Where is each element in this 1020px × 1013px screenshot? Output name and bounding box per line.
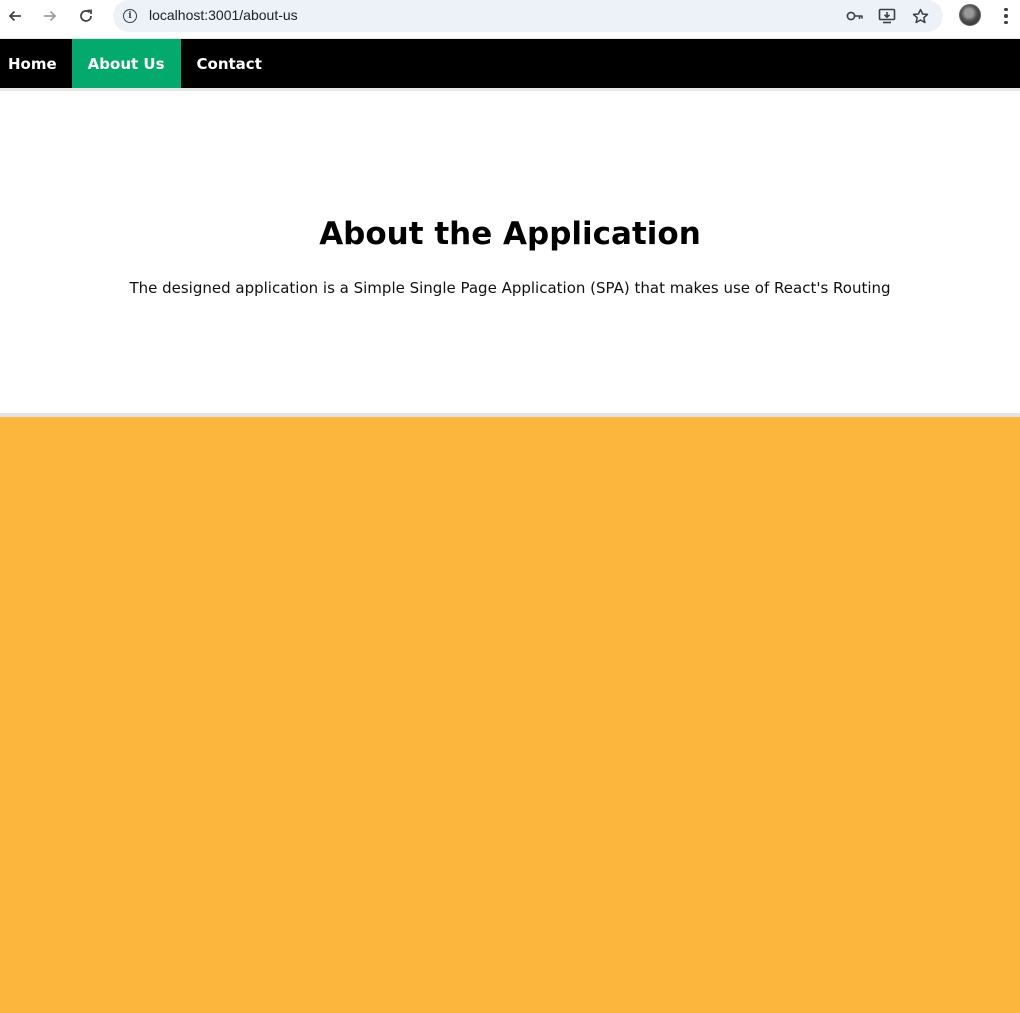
browser-toolbar: i localhost:3001/about-us	[0, 0, 1020, 39]
page-title: About the Application	[319, 216, 701, 252]
address-bar[interactable]: i localhost:3001/about-us	[113, 0, 943, 32]
info-icon[interactable]: i	[123, 9, 137, 23]
about-section: About the Application The designed appli…	[0, 91, 1020, 413]
nav-link-home[interactable]: Home	[0, 39, 72, 88]
top-navigation: Home About Us Contact	[0, 39, 1020, 88]
nav-link-about-us[interactable]: About Us	[71, 39, 181, 88]
more-vert-icon[interactable]	[996, 5, 1016, 27]
arrow-left-icon	[8, 10, 21, 22]
back-button[interactable]	[4, 5, 26, 27]
nav-link-contact[interactable]: Contact	[181, 39, 278, 88]
url-text[interactable]: localhost:3001/about-us	[149, 7, 298, 23]
install-app-icon[interactable]	[877, 6, 897, 26]
profile-avatar[interactable]	[959, 4, 981, 26]
reload-button[interactable]	[75, 5, 97, 27]
footer-area	[0, 417, 1020, 1013]
page-description: The designed application is a Simple Sin…	[129, 279, 891, 297]
arrow-right-icon	[44, 10, 57, 22]
star-icon[interactable]	[910, 6, 930, 26]
reload-icon	[80, 9, 92, 22]
forward-button[interactable]	[39, 5, 61, 27]
key-icon[interactable]	[845, 6, 865, 26]
